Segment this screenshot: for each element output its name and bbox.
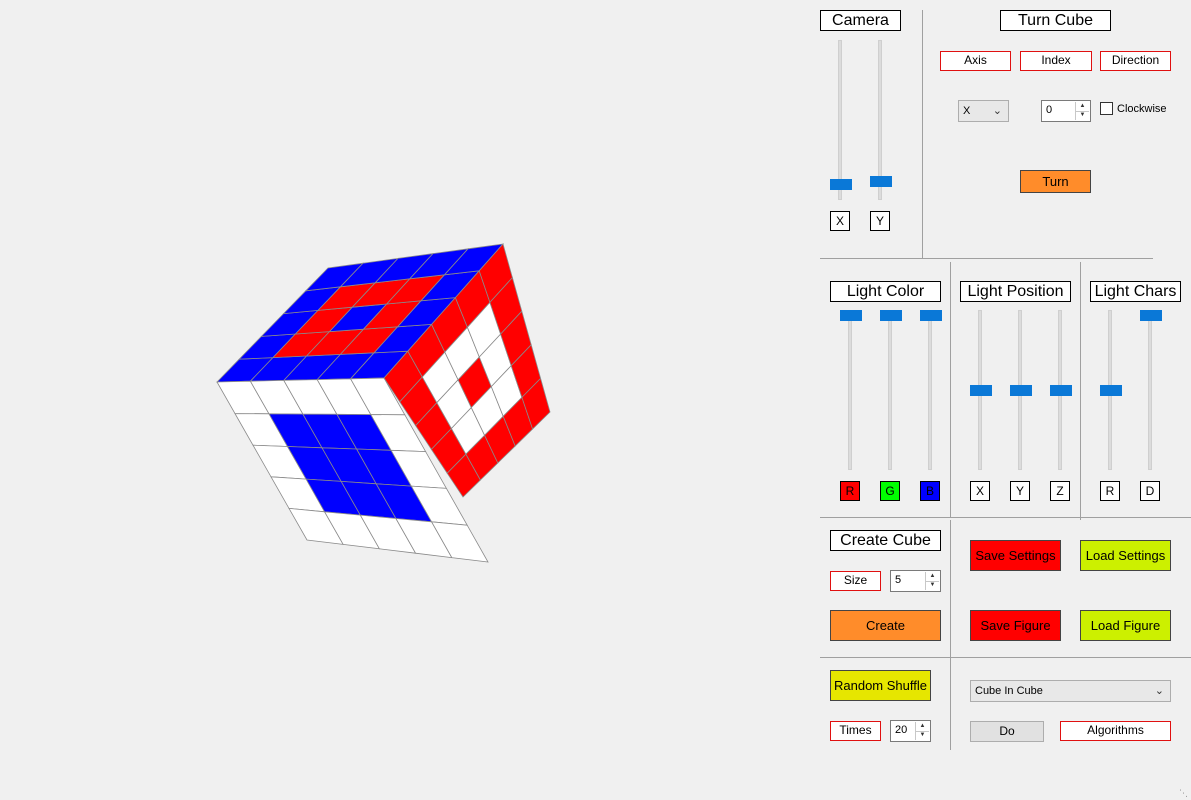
slider-thumb[interactable] [840, 310, 862, 321]
axis-value: X [963, 105, 971, 117]
divider [950, 262, 951, 517]
light-pos-z-label: Z [1050, 481, 1070, 501]
slider-thumb[interactable] [1050, 385, 1072, 396]
light-position-title: Light Position [960, 281, 1071, 302]
divider [820, 657, 1191, 658]
light-pos-y-label: Y [1010, 481, 1030, 501]
save-figure-button[interactable]: Save Figure [970, 610, 1061, 641]
algorithm-select[interactable]: Cube In Cube ⌄ [970, 680, 1171, 702]
slider-thumb[interactable] [870, 176, 892, 187]
spin-down-icon[interactable]: ▼ [1076, 111, 1089, 120]
load-settings-button[interactable]: Load Settings [1080, 540, 1171, 571]
divider [950, 520, 951, 750]
divider [820, 258, 1153, 259]
index-value: 0 [1046, 104, 1053, 116]
load-figure-button[interactable]: Load Figure [1080, 610, 1171, 641]
times-value: 20 [895, 724, 908, 736]
light-color-title: Light Color [830, 281, 941, 302]
do-button[interactable]: Do [970, 721, 1044, 742]
camera-y-label: Y [870, 211, 890, 231]
slider-thumb[interactable] [1010, 385, 1032, 396]
slider-thumb[interactable] [830, 179, 852, 190]
divider [820, 517, 1191, 518]
size-label: Size [830, 571, 881, 591]
divider [922, 10, 923, 258]
algorithms-button[interactable]: Algorithms [1060, 721, 1171, 741]
clockwise-checkbox[interactable] [1100, 102, 1113, 115]
slider-thumb[interactable] [970, 385, 992, 396]
create-button[interactable]: Create [830, 610, 941, 641]
spin-down-icon[interactable]: ▼ [926, 581, 939, 590]
times-label: Times [830, 721, 881, 741]
slider-thumb[interactable] [920, 310, 942, 321]
light-chars-r-label: R [1100, 481, 1120, 501]
turn-cube-title: Turn Cube [1000, 10, 1111, 31]
divider [1080, 262, 1081, 520]
size-value: 5 [895, 574, 902, 586]
direction-label: Direction [1100, 51, 1171, 71]
resize-grip-icon[interactable]: ⋱ [1179, 788, 1189, 798]
light-r-label: R [840, 481, 860, 501]
slider-thumb[interactable] [1140, 310, 1162, 321]
clockwise-label: Clockwise [1117, 103, 1167, 115]
light-chars-title: Light Chars [1090, 281, 1181, 302]
light-b-label: B [920, 481, 940, 501]
size-spinner[interactable]: 5 ▲ ▼ [890, 570, 941, 592]
chevron-down-icon: ⌄ [1154, 685, 1164, 697]
turn-button[interactable]: Turn [1020, 170, 1091, 193]
light-chars-d-label: D [1140, 481, 1160, 501]
index-spinner[interactable]: 0 ▲ ▼ [1041, 100, 1091, 122]
times-spinner[interactable]: 20 ▲ ▼ [890, 720, 931, 742]
light-pos-x-label: X [970, 481, 990, 501]
slider-thumb[interactable] [880, 310, 902, 321]
index-label: Index [1020, 51, 1092, 71]
algorithm-value: Cube In Cube [975, 685, 1043, 697]
chevron-down-icon: ⌄ [992, 105, 1002, 117]
axis-label: Axis [940, 51, 1011, 71]
camera-x-label: X [830, 211, 850, 231]
slider-thumb[interactable] [1100, 385, 1122, 396]
camera-title: Camera [820, 10, 901, 31]
light-g-label: G [880, 481, 900, 501]
cube-viewport[interactable] [0, 0, 810, 800]
random-shuffle-button[interactable]: Random Shuffle [830, 670, 931, 701]
save-settings-button[interactable]: Save Settings [970, 540, 1061, 571]
axis-select[interactable]: X ⌄ [958, 100, 1009, 122]
spin-down-icon[interactable]: ▼ [916, 731, 929, 740]
create-cube-title: Create Cube [830, 530, 941, 551]
